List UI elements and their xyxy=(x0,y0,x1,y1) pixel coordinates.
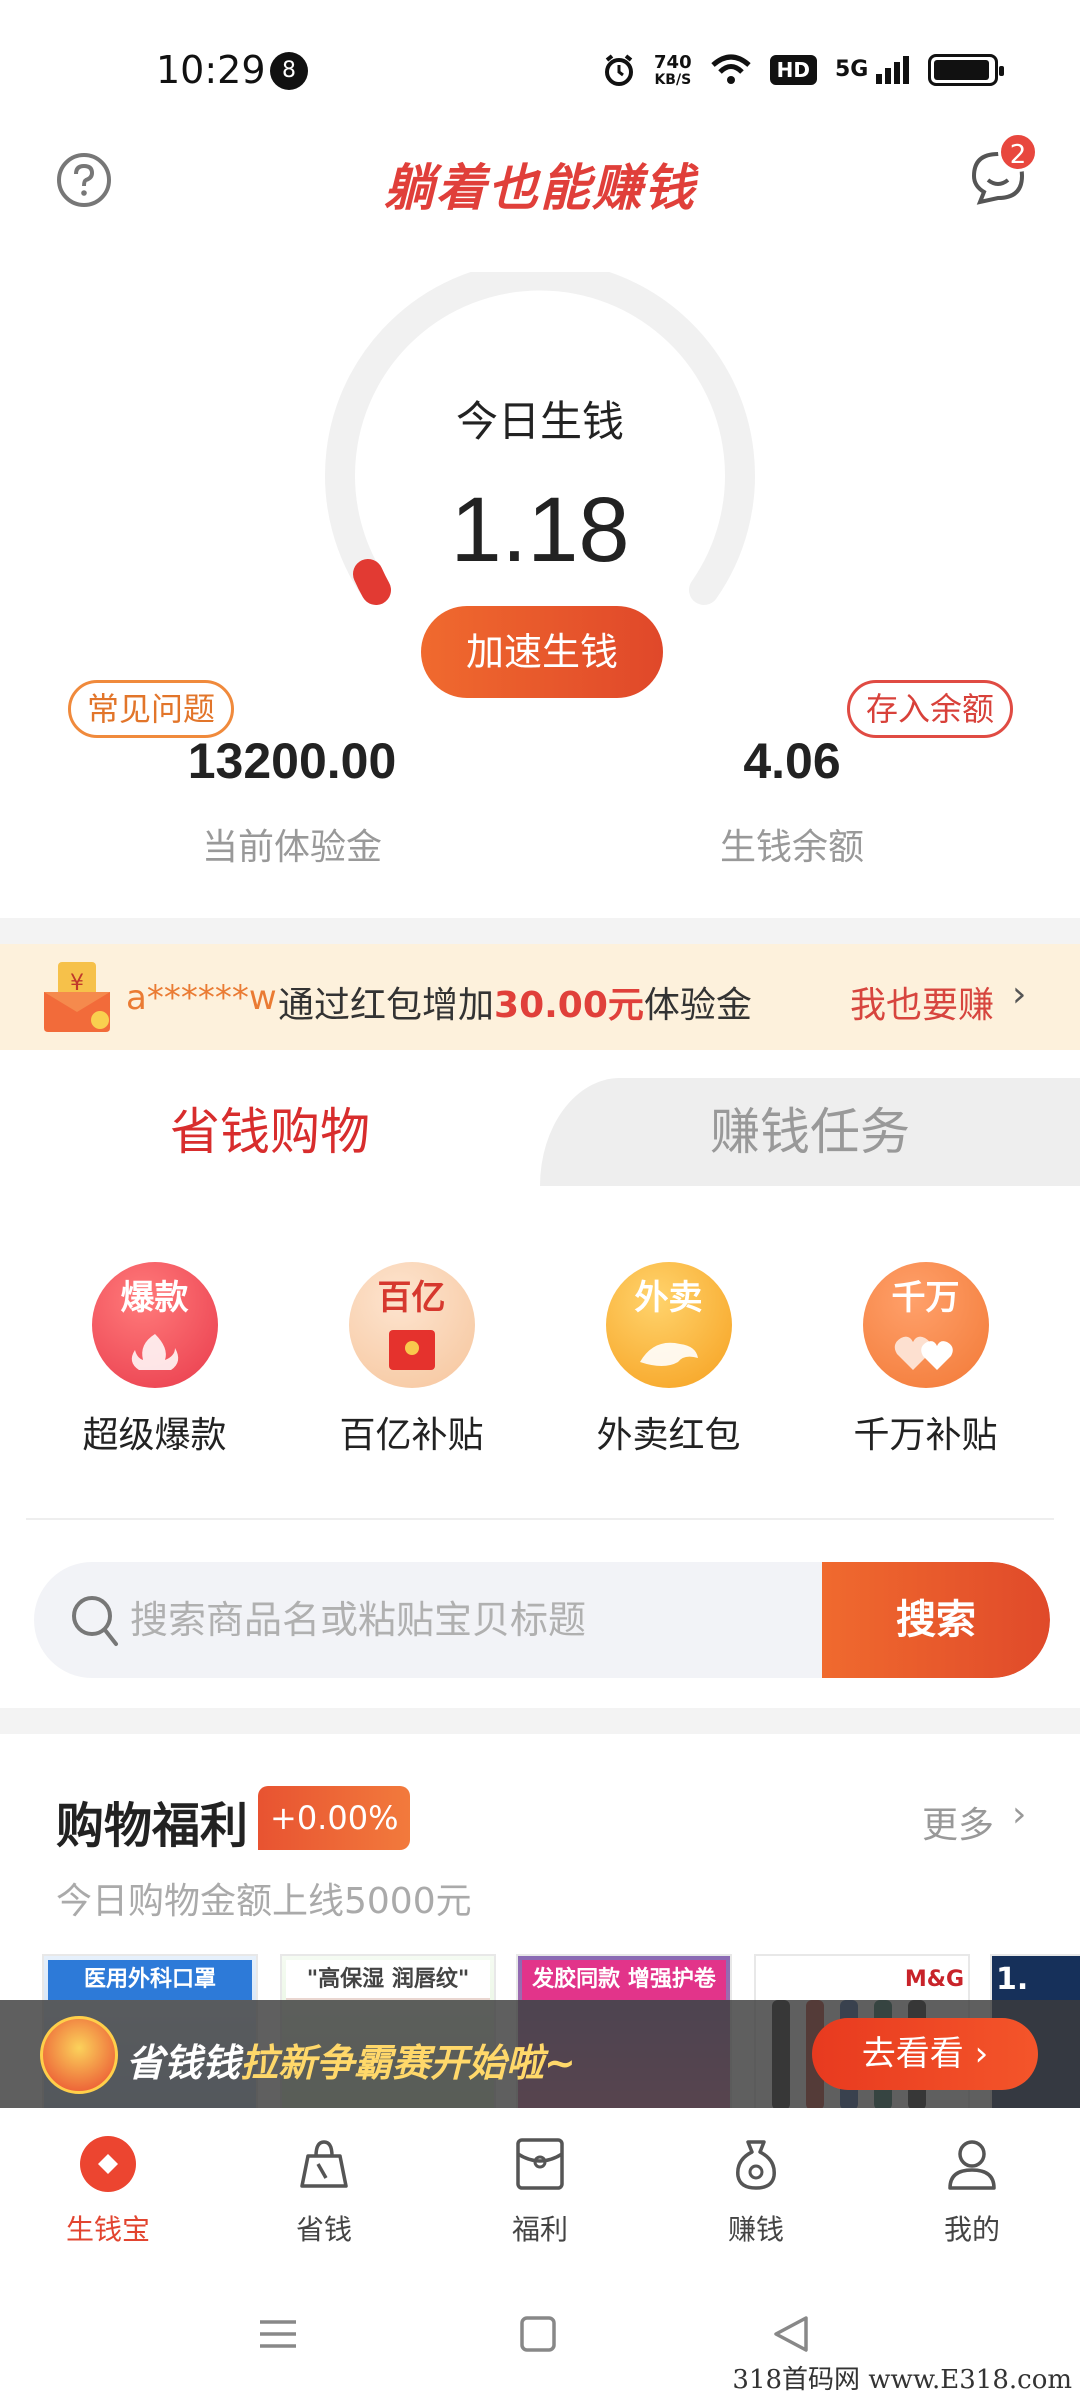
trial-label: 当前体验金 xyxy=(201,827,382,868)
promo-banner[interactable]: 省钱钱拉新争霸赛开始啦~ 去看看 › xyxy=(0,2000,1080,2108)
rate-badge: +0.00% xyxy=(258,1786,411,1850)
more-link[interactable]: 更多 xyxy=(922,1796,994,1848)
signal-bars-icon xyxy=(876,56,909,84)
nav-item-money-treasure[interactable]: 生钱宝 xyxy=(0,2108,216,2268)
tab-save-shopping[interactable]: 省钱购物 xyxy=(0,1078,540,1186)
section-title: 购物福利 xyxy=(56,1798,249,1854)
red-envelope-icon: ¥ xyxy=(44,962,110,1032)
ticker-user: a******w xyxy=(126,978,277,1018)
battery-level xyxy=(934,60,990,80)
deposit-button[interactable]: 存入余额 xyxy=(847,680,1014,738)
product-caption: 医用外科口罩 xyxy=(48,1960,252,2000)
delivery-icon: 外卖 xyxy=(605,1262,732,1388)
search-bar: 搜索 xyxy=(34,1562,1050,1678)
faq-button[interactable]: 常见问题 xyxy=(68,680,235,738)
category-label: 超级爆款 xyxy=(82,1415,227,1456)
category-hot-deals[interactable]: 爆款 超级爆款 xyxy=(45,1262,265,1482)
status-bar: 10:29 8 740 KB/S HD 5G xyxy=(0,0,1080,130)
chevron-right-icon: › xyxy=(1012,974,1027,1015)
section-divider xyxy=(0,1708,1080,1734)
envelope-icon xyxy=(516,2138,564,2190)
balance-label: 生钱余额 xyxy=(719,827,864,868)
envelope-shape xyxy=(388,1330,435,1370)
nav-item-mine[interactable]: 我的 xyxy=(864,2108,1080,2268)
hd-badge: HD xyxy=(769,55,817,85)
shopping-bag-icon xyxy=(300,2140,348,2188)
lion-mascot-icon xyxy=(40,2016,118,2094)
product-caption: 发胶同款 增强护卷 xyxy=(522,1960,726,2000)
user-icon xyxy=(948,2140,996,2190)
flame-shape xyxy=(131,1334,178,1370)
product-caption: "高保湿 润唇纹" xyxy=(286,1960,490,2000)
ticker-text: 通过红包增加30.00元体验金 xyxy=(278,985,752,1026)
nav-item-save[interactable]: 省钱 xyxy=(216,2108,432,2268)
alarm-icon xyxy=(605,54,634,86)
red-envelope-icon: 百亿 xyxy=(348,1262,475,1388)
category-delivery-coupon[interactable]: 外卖 外卖红包 xyxy=(559,1262,779,1482)
category-row: 爆款 超级爆款 百亿 百亿补贴 外卖 外卖红包 千万 千万补贴 xyxy=(0,1262,1080,1482)
back-icon[interactable] xyxy=(770,2312,814,2356)
heart-shape xyxy=(894,1336,953,1370)
battery-icon xyxy=(928,54,1004,86)
wifi-icon xyxy=(710,54,751,84)
category-label: 外卖红包 xyxy=(596,1415,741,1456)
notification-count-badge: 8 xyxy=(270,52,308,90)
message-badge: 2 xyxy=(998,132,1038,172)
coin-diamond-icon xyxy=(80,2136,136,2192)
search-button[interactable]: 搜索 xyxy=(822,1562,1050,1678)
status-time: 10:29 xyxy=(156,48,266,92)
net-speed: 740 KB/S xyxy=(654,52,692,88)
nav-item-earn[interactable]: 赚钱 xyxy=(648,2108,864,2268)
fire-icon: 爆款 xyxy=(91,1262,218,1388)
money-bag-icon xyxy=(736,2140,776,2190)
reward-ticker[interactable]: ¥ a******w 通过红包增加30.00元体验金 我也要赚 › xyxy=(0,944,1080,1050)
hearts-icon: 千万 xyxy=(862,1262,989,1388)
chevron-right-icon[interactable]: › xyxy=(1012,1794,1026,1835)
product-caption: M&G xyxy=(904,1967,964,1992)
home-icon[interactable] xyxy=(516,2312,560,2356)
signal-5g: 5G xyxy=(835,56,910,84)
chevron-right-icon: › xyxy=(974,2034,989,2074)
category-label: 千万补贴 xyxy=(853,1415,998,1456)
category-label: 百亿补贴 xyxy=(339,1415,484,1456)
gauge-label: 今日生钱 xyxy=(455,397,624,446)
kangaroo-shape xyxy=(639,1342,698,1366)
search-input[interactable] xyxy=(130,1562,830,1678)
product-caption: 1. xyxy=(996,1962,1029,1997)
section-divider xyxy=(0,918,1080,944)
promo-text: 省钱钱拉新争霸赛开始啦~ xyxy=(126,2041,576,2085)
tab-earn-tasks[interactable]: 赚钱任务 xyxy=(540,1078,1080,1186)
trial-amount: 13200.00 xyxy=(187,733,397,789)
ticker-cta[interactable]: 我也要赚 xyxy=(850,976,994,1028)
divider-line xyxy=(26,1518,1054,1520)
main-tabs: 省钱购物 赚钱任务 xyxy=(0,1078,1080,1186)
balance-amount: 4.06 xyxy=(743,733,841,789)
category-billion-subsidy[interactable]: 百亿 百亿补贴 xyxy=(302,1262,522,1482)
menu-icon[interactable] xyxy=(256,2312,300,2356)
status-icons: 740 KB/S HD 5G xyxy=(602,48,1004,92)
speed-up-button[interactable]: 加速生钱 xyxy=(421,606,663,698)
ticker-amount: 30.00元 xyxy=(494,985,644,1026)
search-icon xyxy=(72,1596,118,1646)
app-title: 躺着也能赚钱 xyxy=(384,159,696,217)
bottom-nav: 生钱宝 省钱 福利 赚钱 我的 xyxy=(0,2108,1080,2268)
gauge-value: 1.18 xyxy=(450,479,630,581)
section-subtitle: 今日购物金额上线5000元 xyxy=(56,1881,472,1922)
watermark: 318首码网 www.E318.com xyxy=(732,2365,1072,2395)
promo-button[interactable]: 去看看 › xyxy=(812,2018,1038,2090)
nav-item-welfare[interactable]: 福利 xyxy=(432,2108,648,2268)
category-million-subsidy[interactable]: 千万 千万补贴 xyxy=(816,1262,1036,1482)
